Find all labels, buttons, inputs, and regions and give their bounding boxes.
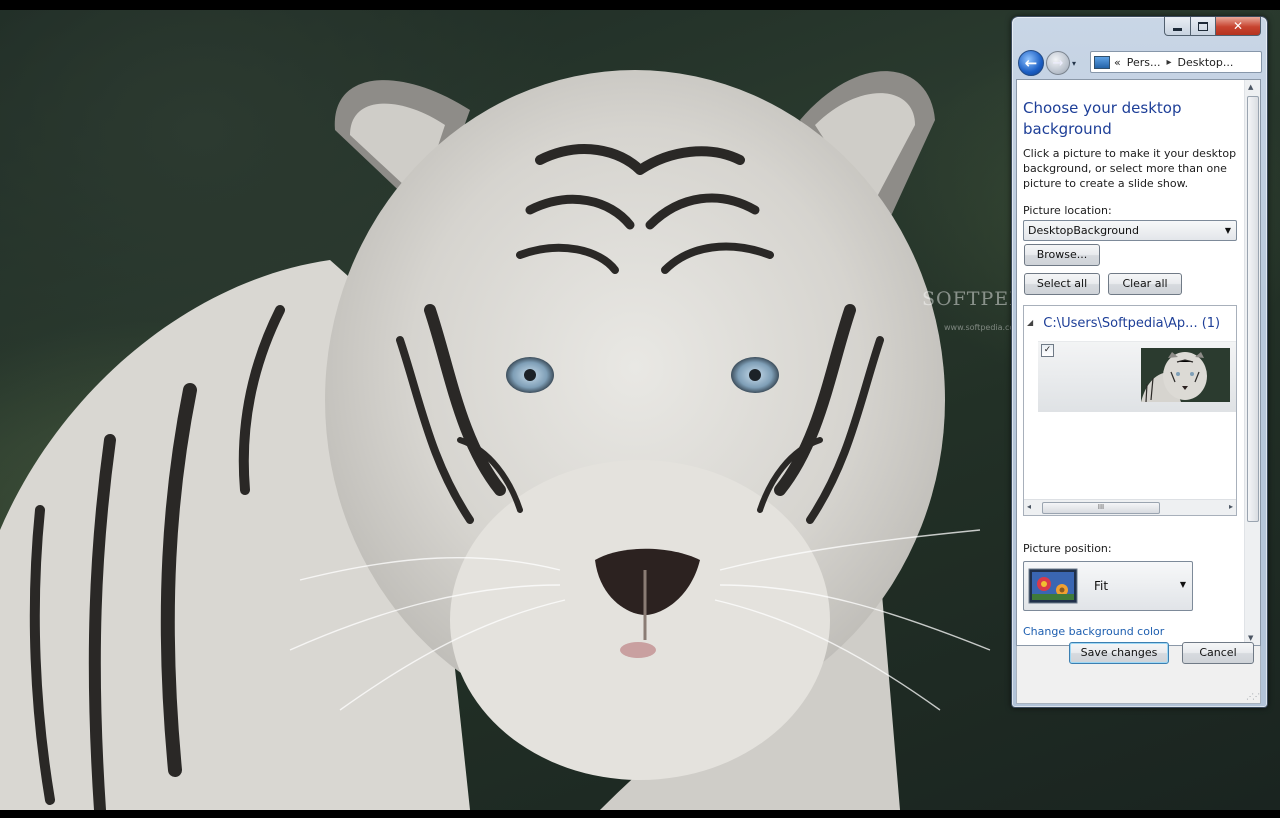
picture-position-label: Picture position: [1023, 542, 1112, 555]
vertical-scroll-thumb[interactable] [1247, 96, 1259, 522]
cancel-button[interactable]: Cancel [1182, 642, 1254, 664]
maximize-icon [1198, 21, 1208, 31]
picture-position-dropdown[interactable]: Fit ▼ [1023, 561, 1193, 611]
scroll-right-icon[interactable]: ▸ [1229, 502, 1233, 511]
forward-arrow-icon: → [1052, 55, 1064, 71]
navigation-buttons: ← → ▾ [1018, 50, 1076, 76]
close-button[interactable]: ✕ [1216, 17, 1261, 36]
close-icon: ✕ [1232, 19, 1244, 33]
browse-button[interactable]: Browse... [1024, 244, 1100, 266]
save-changes-button[interactable]: Save changes [1069, 642, 1169, 664]
breadcrumb-overflow[interactable]: « [1114, 56, 1121, 69]
desktop-background-window: ✕ ← → ▾ « Pers... ▸ Desktop... Choose yo… [1011, 16, 1268, 708]
control-panel-icon [1094, 55, 1110, 69]
picture-location-dropdown[interactable]: DesktopBackground ▼ [1023, 220, 1237, 241]
minimize-icon [1173, 27, 1182, 31]
picture-tile[interactable]: ✓ [1038, 341, 1236, 412]
vertical-scrollbar[interactable]: ▲ ▼ [1244, 80, 1260, 645]
maximize-button[interactable] [1191, 17, 1216, 36]
picture-group-path: C:\Users\Softpedia\Ap... (1) [1043, 316, 1221, 331]
horizontal-scrollbar[interactable]: ◂ III ▸ [1024, 499, 1236, 515]
page-title: Choose your desktop background [1023, 99, 1182, 138]
change-background-color-link[interactable]: Change background color [1023, 625, 1164, 638]
collapse-triangle-icon: ◢ [1027, 318, 1034, 327]
page-description: Click a picture to make it your desktop … [1023, 147, 1237, 190]
fit-position-icon [1028, 568, 1078, 604]
horizontal-scroll-thumb[interactable]: III [1042, 502, 1160, 514]
scroll-left-icon[interactable]: ◂ [1027, 502, 1031, 511]
footer-bar: Save changes Cancel ⋰⋰ [1016, 642, 1261, 704]
scroll-up-icon[interactable]: ▲ [1248, 83, 1253, 91]
picture-group-header[interactable]: ◢ C:\Users\Softpedia\Ap... (1) [1027, 316, 1220, 331]
back-button[interactable]: ← [1018, 50, 1044, 76]
recent-pages-dropdown[interactable]: ▾ [1072, 59, 1076, 68]
clear-all-button[interactable]: Clear all [1108, 273, 1182, 295]
breadcrumb-separator-icon[interactable]: ▸ [1167, 57, 1172, 68]
forward-button[interactable]: → [1046, 51, 1070, 75]
content-pane: Choose your desktop background Click a p… [1016, 79, 1261, 646]
chevron-down-icon: ▼ [1224, 226, 1231, 235]
minimize-button[interactable] [1164, 17, 1191, 36]
white-tiger-thumbnail[interactable] [1141, 348, 1230, 402]
resize-grip-icon[interactable]: ⋰⋰ [1246, 692, 1260, 701]
picture-checkbox[interactable]: ✓ [1041, 344, 1054, 357]
pictures-list[interactable]: ◢ C:\Users\Softpedia\Ap... (1) ✓ ◂ III ▸ [1023, 305, 1237, 516]
scroll-down-icon[interactable]: ▼ [1248, 634, 1253, 642]
chevron-down-icon: ▼ [1179, 580, 1186, 589]
select-all-button[interactable]: Select all [1024, 273, 1100, 295]
breadcrumb-personalization[interactable]: Pers... [1127, 56, 1161, 69]
breadcrumb-desktop-background[interactable]: Desktop... [1178, 56, 1234, 69]
picture-location-value: DesktopBackground [1028, 224, 1139, 237]
picture-position-value: Fit [1094, 579, 1109, 593]
address-bar[interactable]: « Pers... ▸ Desktop... [1090, 51, 1262, 73]
back-arrow-icon: ← [1024, 54, 1038, 72]
caption-buttons: ✕ [1164, 17, 1261, 36]
picture-location-label: Picture location: [1023, 204, 1112, 217]
